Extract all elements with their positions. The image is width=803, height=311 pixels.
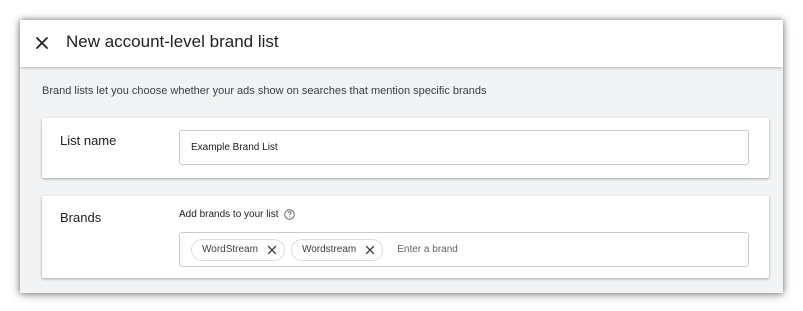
brands-label: Brands	[60, 210, 102, 225]
chip-remove-icon[interactable]	[264, 242, 280, 258]
dialog-frame: New account-level brand list Brand lists…	[20, 20, 783, 293]
help-circle-icon[interactable]	[283, 209, 295, 220]
add-brands-label-text: Add brands to your list	[179, 209, 279, 220]
list-name-input[interactable]	[179, 130, 749, 165]
brand-chip: WordStream	[191, 238, 285, 261]
brand-chip-label: WordStream	[202, 244, 258, 255]
list-name-card: List name	[42, 118, 769, 178]
brand-chip: Wordstream	[290, 238, 384, 261]
dialog-title: New account-level brand list	[66, 32, 279, 51]
list-name-label: List name	[60, 133, 117, 148]
description-text: Brand lists let you choose whether your …	[42, 85, 487, 97]
enter-brand-input[interactable]	[395, 243, 600, 256]
add-brands-label: Add brands to your list	[179, 209, 295, 220]
close-icon[interactable]	[32, 33, 52, 53]
brands-chip-field[interactable]: WordStream Wordstream	[179, 232, 749, 267]
dialog-header: New account-level brand list	[20, 20, 783, 67]
brands-card: Brands Add brands to your list WordStrea…	[42, 196, 769, 278]
chip-remove-icon[interactable]	[362, 242, 378, 258]
brand-chip-label: Wordstream	[301, 244, 357, 255]
